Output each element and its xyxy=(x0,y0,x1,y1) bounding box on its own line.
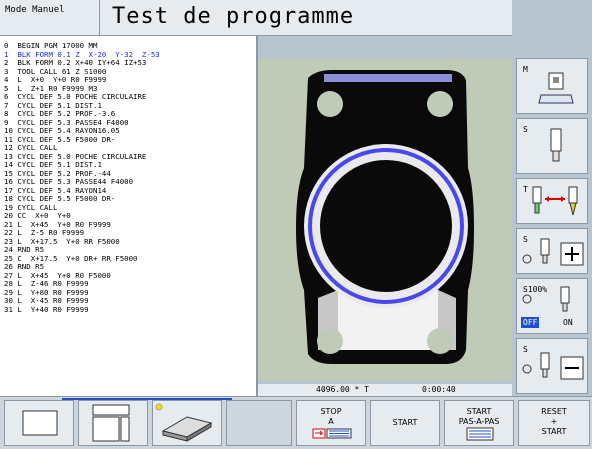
bore-top-right xyxy=(427,91,453,117)
softkey-s-spindle[interactable]: S xyxy=(516,118,588,174)
three-plane-icon xyxy=(92,404,130,442)
off-toggle[interactable]: OFF xyxy=(521,317,540,328)
start-pas-label-2: PAS-A-PAS xyxy=(458,417,500,426)
right-softkey-panel: M S T S S100% OFF ON S xyxy=(512,0,592,396)
softkey-start-pas-a-pas[interactable]: START PAS-A-PAS xyxy=(444,400,514,446)
bore-bottom-left xyxy=(317,328,343,354)
stop-label-1: STOP xyxy=(320,407,342,416)
softkey-spindle-minus[interactable]: S xyxy=(516,338,588,394)
softkey-stop-at[interactable]: STOP A xyxy=(296,400,366,446)
stop-label-2: A xyxy=(328,417,334,426)
single-block-icon xyxy=(466,427,494,441)
softkey-plan-view[interactable] xyxy=(4,400,74,446)
bore-bottom-right xyxy=(427,328,453,354)
page-title: Test de programme xyxy=(100,0,512,36)
softkey-three-plane-view[interactable] xyxy=(78,400,148,446)
stop-at-icon xyxy=(312,428,352,439)
3d-view-icon xyxy=(155,403,213,442)
plan-view-icon xyxy=(22,410,58,436)
mode-label: Mode Manuel xyxy=(5,5,65,15)
status-time: 0:00:40 xyxy=(422,385,456,394)
spindle-minus-icon xyxy=(522,352,584,380)
spindle-icon xyxy=(550,128,562,162)
start-label: START xyxy=(392,418,418,427)
status-bar: 4096.00 * T 0:00:40 xyxy=(258,384,512,396)
workpiece-graphic xyxy=(296,70,474,364)
softkey-empty xyxy=(226,400,292,446)
top-face xyxy=(324,74,452,82)
page-title-text: Test de programme xyxy=(112,4,355,29)
softkey-reset-start[interactable]: RESET + START xyxy=(518,400,590,446)
bore-top-left xyxy=(317,91,343,117)
spindle-plus-icon xyxy=(522,238,584,266)
pocket-inner xyxy=(320,160,452,292)
on-toggle[interactable]: ON xyxy=(563,318,573,327)
softkey-t-tool[interactable]: T xyxy=(516,178,588,224)
softkey-feed-override[interactable]: S100% OFF ON xyxy=(516,278,588,334)
reset-label-2: + xyxy=(550,417,558,426)
reset-label-3: START xyxy=(541,427,567,436)
mode-indicator: Mode Manuel xyxy=(0,0,100,36)
start-pas-label-1: START xyxy=(466,407,492,416)
reset-label-1: RESET xyxy=(541,407,567,416)
tool-change-icon xyxy=(532,186,578,216)
softkey-m-function[interactable]: M xyxy=(516,58,588,114)
status-coordinate: 4096.00 * T xyxy=(316,385,369,394)
m-function-icon xyxy=(538,72,574,104)
program-listing[interactable]: 0 BEGIN PGM 17000 MM 1 BLK FORM 0.1 Z X-2… xyxy=(0,36,258,396)
softkey-start[interactable]: START xyxy=(370,400,440,446)
softkey-spindle-plus[interactable]: S xyxy=(516,228,588,274)
graphics-view xyxy=(258,58,512,380)
softkey-3d-view[interactable] xyxy=(152,400,222,446)
program-line[interactable]: 31 L Y+40 R0 F9999 xyxy=(4,305,256,315)
